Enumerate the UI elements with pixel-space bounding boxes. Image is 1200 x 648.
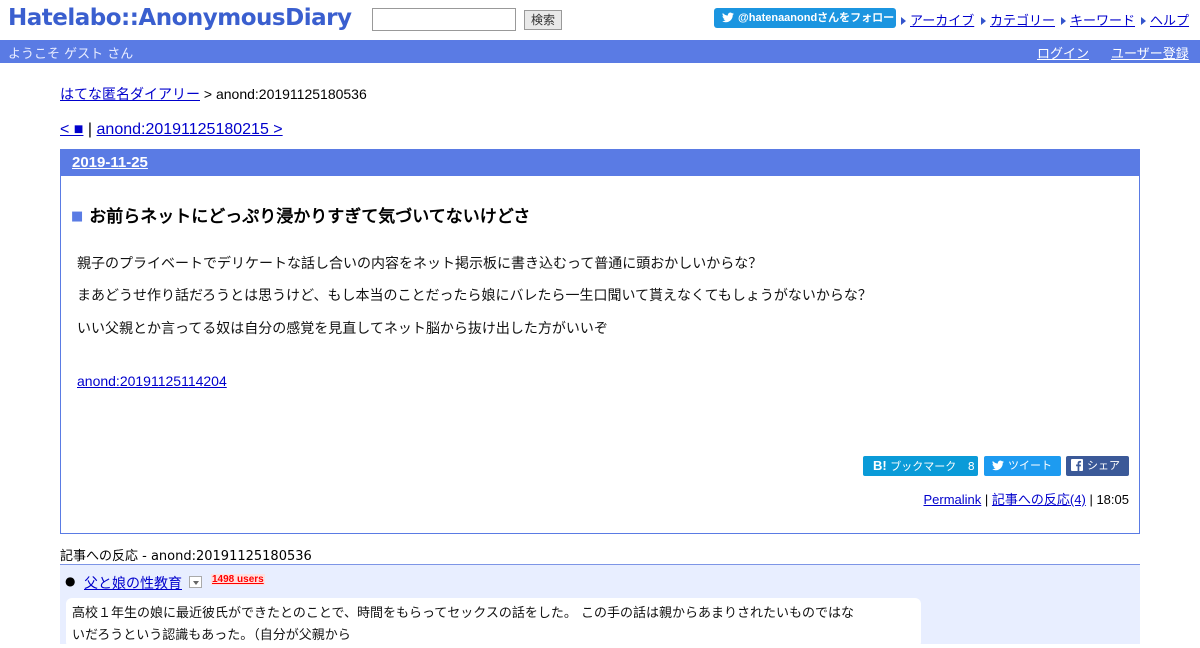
login-link[interactable]: ログイン [1037, 43, 1089, 62]
nav-category-link[interactable]: カテゴリー [990, 13, 1055, 28]
entry-body-line: 親子のプライベートでデリケートな話し合いの内容をネット掲示板に書き込むって普通に… [77, 256, 763, 272]
bullet-icon: ● [65, 574, 76, 588]
welcome-text: ようこそ ゲスト さん [8, 47, 134, 62]
hatena-bookmark-count: 8 [967, 460, 975, 473]
reactions-list: ● 父と娘の性教育 1498 users 高校１年生の娘に最近彼氏ができたとのこ… [60, 564, 1140, 648]
nav-category[interactable]: カテゴリー [981, 10, 1055, 29]
arrow-right-icon [901, 17, 906, 25]
nav-archive[interactable]: アーカイブ [901, 10, 974, 29]
reaction-snippet-line: いだろうという認識もあった。（自分が父親から [72, 628, 351, 643]
permalink-link[interactable]: Permalink [923, 492, 981, 507]
entry-time: 18:05 [1096, 492, 1129, 507]
site-header: Hatelabo::AnonymousDiary 検索 @hatenaanond… [0, 0, 1200, 40]
tweet-button[interactable]: ツイート [984, 456, 1061, 476]
breadcrumb-current: anond:20191125180536 [215, 86, 367, 102]
arrow-right-icon [1141, 17, 1146, 25]
referenced-entry-link[interactable]: anond:20191125114204 [77, 373, 227, 389]
diary-entry: 2019-11-25 ■ お前らネットにどっぷり浸かりすぎて気づいてないけどさ 親… [60, 149, 1140, 534]
twitter-bird-icon [992, 460, 1004, 471]
next-entry-link[interactable]: anond:20191125180215 > [97, 121, 283, 138]
nav-help-link[interactable]: ヘルプ [1150, 13, 1189, 28]
reactions-heading: 記事への反応 - anond:20191125180536 [60, 549, 312, 564]
search-button[interactable]: 検索 [524, 10, 562, 30]
bookmark-users-badge[interactable]: 1498 users [211, 574, 265, 585]
welcome-bar: ようこそ ゲスト さん ログイン ユーザー登録 [0, 40, 1200, 63]
reaction-snippet: 高校１年生の娘に最近彼氏ができたとのことで、時間をもらってセックスの話をした。 … [66, 598, 921, 648]
breadcrumb-home-link[interactable]: はてな匿名ダイアリー [60, 86, 200, 102]
reaction-title-link[interactable]: 父と娘の性教育 [84, 573, 182, 593]
facebook-icon [1071, 459, 1083, 471]
tweet-label: ツイート [1008, 459, 1052, 472]
nav-help[interactable]: ヘルプ [1141, 10, 1189, 29]
hatena-bookmark-button[interactable]: B! ブックマーク 8 [863, 456, 978, 476]
reaction-snippet-line: 高校１年生の娘に最近彼氏ができたとのことで、時間をもらってセックスの話をした。 … [72, 606, 855, 621]
entry-body-line: まあどうせ作り話だろうとは思うけど、もし本当のことだったら娘にバレたら一生口聞い… [77, 288, 872, 304]
facebook-share-button[interactable]: シェア [1066, 456, 1129, 476]
entry-title: ■ お前らネットにどっぷり浸かりすぎて気づいてないけどさ [71, 202, 530, 227]
arrow-right-icon [1061, 17, 1066, 25]
site-logo[interactable]: Hatelabo::AnonymousDiary [8, 5, 352, 31]
entry-permalink-marker[interactable]: ■ [71, 209, 83, 224]
entry-date-link[interactable]: 2019-11-25 [72, 154, 148, 171]
nav-keyword[interactable]: キーワード [1061, 10, 1135, 29]
hatena-bookmark-label: ブックマーク [890, 460, 957, 473]
nav-keyword-link[interactable]: キーワード [1070, 13, 1135, 28]
twitter-follow-button[interactable]: @hatenaanondさんをフォロー [714, 8, 896, 28]
entry-title-text: お前らネットにどっぷり浸かりすぎて気づいてないけどさ [89, 207, 531, 227]
entry-body-line: いい父親とか言ってる奴は自分の感覚を見直してネット脳から抜け出した方がいいぞ [77, 321, 608, 337]
twitter-bird-icon [722, 12, 734, 23]
breadcrumb: はてな匿名ダイアリー > anond:20191125180536 [60, 84, 367, 104]
prev-entry-link[interactable]: < ■ [60, 121, 83, 138]
follow-label: @hatenaanondさんをフォロー [738, 12, 895, 24]
hatena-bookmark-icon: B! [873, 458, 887, 473]
footer-separator: | [1089, 492, 1093, 507]
entry-pager: < ■ | anond:20191125180215 > [60, 121, 283, 139]
breadcrumb-separator: > [203, 86, 213, 102]
entry-footer: Permalink | 記事への反応(4) | 18:05 [923, 489, 1129, 508]
pager-separator: | [87, 121, 93, 138]
footer-separator: | [984, 492, 989, 507]
arrow-right-icon [981, 17, 986, 25]
entry-date-bar: 2019-11-25 [61, 150, 1139, 176]
chevron-down-icon[interactable] [189, 576, 202, 588]
nav-archive-link[interactable]: アーカイブ [910, 13, 974, 28]
reactions-link[interactable]: 記事への反応(4) [992, 492, 1086, 507]
facebook-share-label: シェア [1087, 459, 1120, 472]
search-input[interactable] [372, 8, 516, 31]
register-link[interactable]: ユーザー登録 [1111, 43, 1189, 62]
